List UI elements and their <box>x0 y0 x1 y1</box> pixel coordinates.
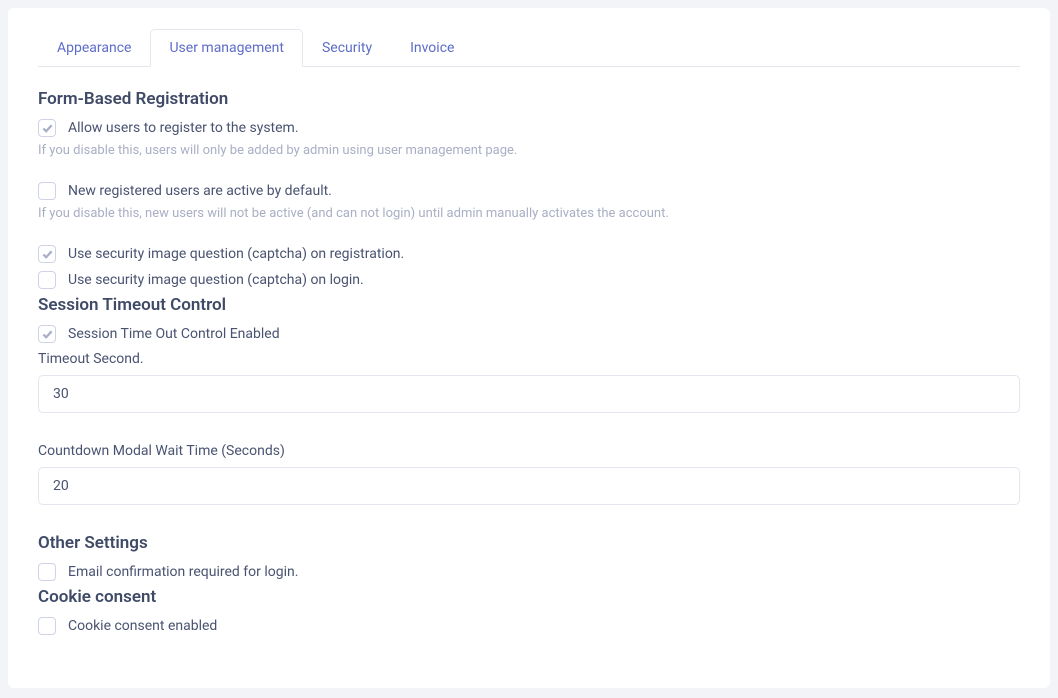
check-icon <box>42 123 53 134</box>
checkbox-allow-register[interactable] <box>38 119 56 137</box>
checkbox-email-confirm[interactable] <box>38 563 56 581</box>
row-active-default: New registered users are active by defau… <box>38 182 1020 200</box>
row-captcha-register: Use security image question (captcha) on… <box>38 245 1020 263</box>
label-countdown-wait: Countdown Modal Wait Time (Seconds) <box>38 443 1020 459</box>
row-email-confirm: Email confirmation required for login. <box>38 563 1020 581</box>
hint-allow-register: If you disable this, users will only be … <box>38 143 1020 158</box>
tab-user-management[interactable]: User management <box>150 29 302 67</box>
input-countdown-wait[interactable] <box>38 467 1020 505</box>
section-title-session-timeout: Session Timeout Control <box>38 295 1020 315</box>
check-icon <box>42 249 53 260</box>
check-icon <box>42 329 53 340</box>
label-email-confirm: Email confirmation required for login. <box>68 564 298 580</box>
checkbox-cookie-consent[interactable] <box>38 617 56 635</box>
checkbox-captcha-register[interactable] <box>38 245 56 263</box>
label-captcha-register: Use security image question (captcha) on… <box>68 246 404 262</box>
label-timeout-second: Timeout Second. <box>38 351 1020 367</box>
label-allow-register: Allow users to register to the system. <box>68 120 299 136</box>
hint-active-default: If you disable this, new users will not … <box>38 206 1020 221</box>
label-session-enabled: Session Time Out Control Enabled <box>68 326 280 342</box>
row-allow-register: Allow users to register to the system. <box>38 119 1020 137</box>
tab-appearance[interactable]: Appearance <box>38 29 150 67</box>
field-countdown-wait: Countdown Modal Wait Time (Seconds) <box>38 443 1020 527</box>
checkbox-active-default[interactable] <box>38 182 56 200</box>
label-captcha-login: Use security image question (captcha) on… <box>68 272 364 288</box>
section-title-cookie-consent: Cookie consent <box>38 587 1020 607</box>
input-timeout-second[interactable] <box>38 375 1020 413</box>
tab-bar: Appearance User management Security Invo… <box>38 28 1020 67</box>
tab-invoice[interactable]: Invoice <box>391 29 473 67</box>
field-timeout-second: Timeout Second. <box>38 351 1020 435</box>
section-title-other-settings: Other Settings <box>38 533 1020 553</box>
settings-panel: Appearance User management Security Invo… <box>8 8 1050 688</box>
checkbox-captcha-login[interactable] <box>38 271 56 289</box>
label-cookie-consent: Cookie consent enabled <box>68 618 217 634</box>
row-session-enabled: Session Time Out Control Enabled <box>38 325 1020 343</box>
checkbox-session-enabled[interactable] <box>38 325 56 343</box>
section-title-form-registration: Form-Based Registration <box>38 89 1020 109</box>
label-active-default: New registered users are active by defau… <box>68 183 332 199</box>
row-cookie-consent: Cookie consent enabled <box>38 617 1020 635</box>
tab-security[interactable]: Security <box>303 29 391 67</box>
row-captcha-login: Use security image question (captcha) on… <box>38 271 1020 289</box>
